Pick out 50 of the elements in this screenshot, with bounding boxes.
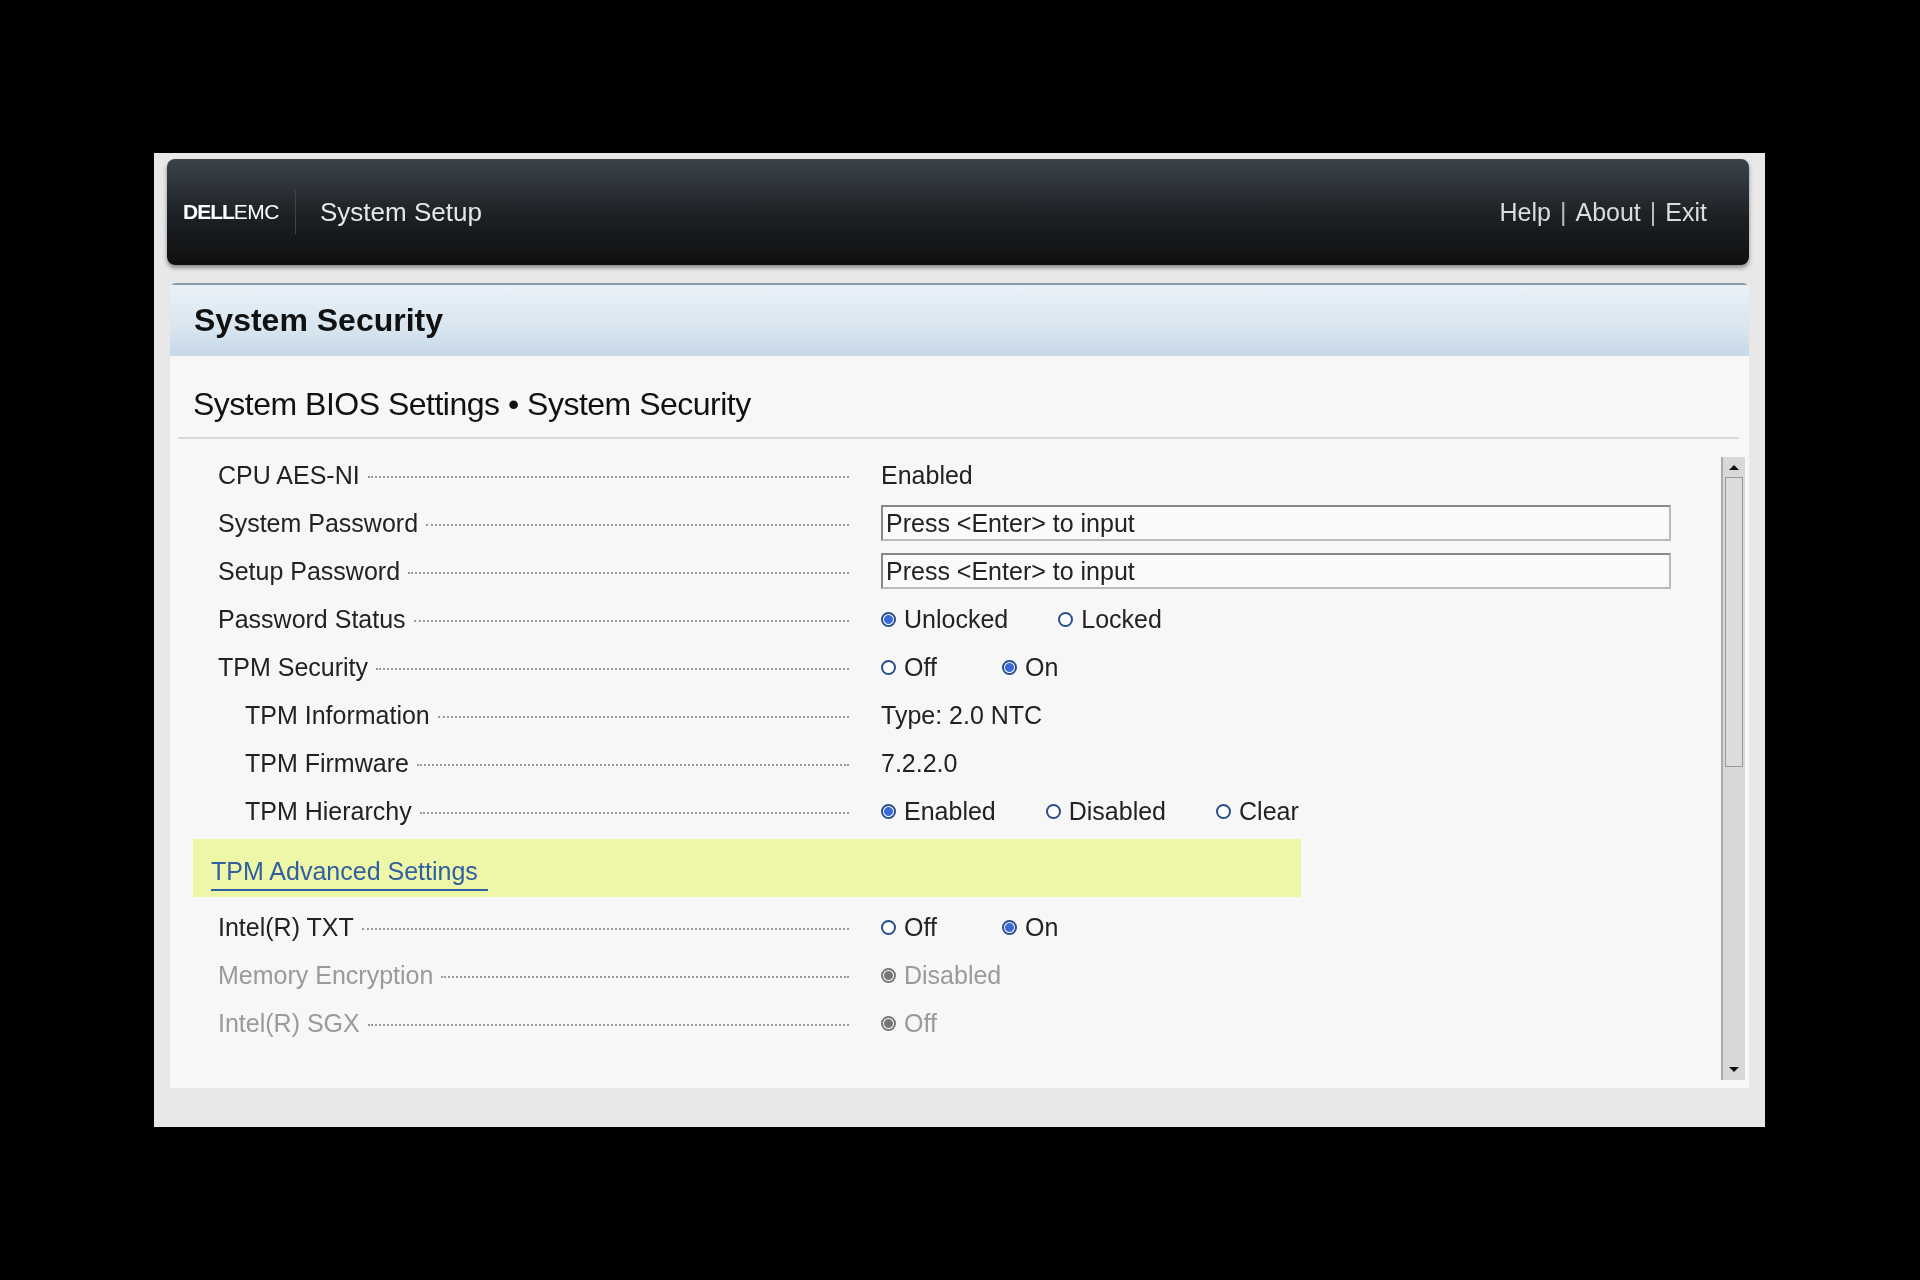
scrollbar[interactable] — [1721, 457, 1745, 1080]
logo: DELLEMC — [183, 190, 296, 234]
radio-option[interactable]: Unlocked — [881, 604, 1009, 634]
app-title: System Setup — [320, 196, 482, 228]
setting-label: Intel(R) SGX — [218, 1008, 360, 1038]
setting-value: 7.2.2.0 — [881, 748, 958, 778]
header-link[interactable]: Exit — [1665, 197, 1707, 227]
radio-button[interactable] — [1045, 803, 1061, 819]
radio-button[interactable] — [1216, 803, 1232, 819]
scrollbar-thumb[interactable] — [1725, 477, 1743, 767]
radio-button[interactable] — [881, 659, 896, 675]
radio-button[interactable] — [881, 803, 896, 819]
scroll-up-icon[interactable] — [1728, 463, 1740, 471]
breadcrumb: System BIOS Settings • System Security — [178, 356, 1739, 439]
password-field[interactable]: Press <Enter> to input — [881, 553, 1671, 589]
radio-option[interactable]: On — [1002, 652, 1073, 682]
radio-button[interactable] — [1058, 611, 1074, 627]
setting-label: Setup Password — [218, 556, 401, 586]
setting-label: TPM Information — [245, 700, 430, 730]
setting-label: CPU AES-NI — [218, 460, 360, 490]
page-title: System Security — [194, 301, 443, 339]
radio-button[interactable] — [1002, 659, 1017, 675]
radio-option[interactable]: Enabled — [881, 796, 996, 826]
header-link[interactable]: About — [1575, 197, 1641, 227]
setting-value: Type: 2.0 NTC — [881, 700, 1043, 730]
radio-option[interactable]: Disabled — [1045, 796, 1167, 826]
setting-label: TPM Hierarchy — [245, 796, 412, 826]
setting-label: System Password — [218, 508, 419, 538]
radio-option[interactable]: Off — [881, 652, 952, 682]
password-field[interactable]: Press <Enter> to input — [881, 505, 1671, 541]
setting-value: Enabled — [881, 460, 973, 490]
setting-label: TPM Firmware — [245, 748, 409, 778]
radio-option[interactable]: On — [1002, 912, 1073, 942]
radio-option[interactable]: Locked — [1058, 604, 1162, 634]
radio-button[interactable] — [881, 611, 896, 627]
setting-label: Password Status — [218, 604, 406, 634]
scroll-down-icon[interactable] — [1728, 1066, 1740, 1074]
setting-label: Intel(R) TXT — [218, 912, 354, 942]
setting-label: TPM Security — [218, 652, 369, 682]
radio-button[interactable] — [1002, 919, 1017, 935]
header-link[interactable]: Help — [1499, 197, 1551, 227]
submenu-link[interactable]: TPM Advanced Settings — [211, 857, 488, 891]
radio-button[interactable] — [881, 919, 896, 935]
link-separator: | — [1559, 197, 1567, 227]
radio-option: Off — [881, 1008, 952, 1038]
radio-option[interactable]: Clear — [1216, 796, 1299, 826]
radio-option: Disabled — [881, 960, 1002, 990]
link-separator: | — [1649, 197, 1657, 227]
radio-option[interactable]: Off — [881, 912, 952, 942]
setting-label: Memory Encryption — [218, 960, 434, 990]
